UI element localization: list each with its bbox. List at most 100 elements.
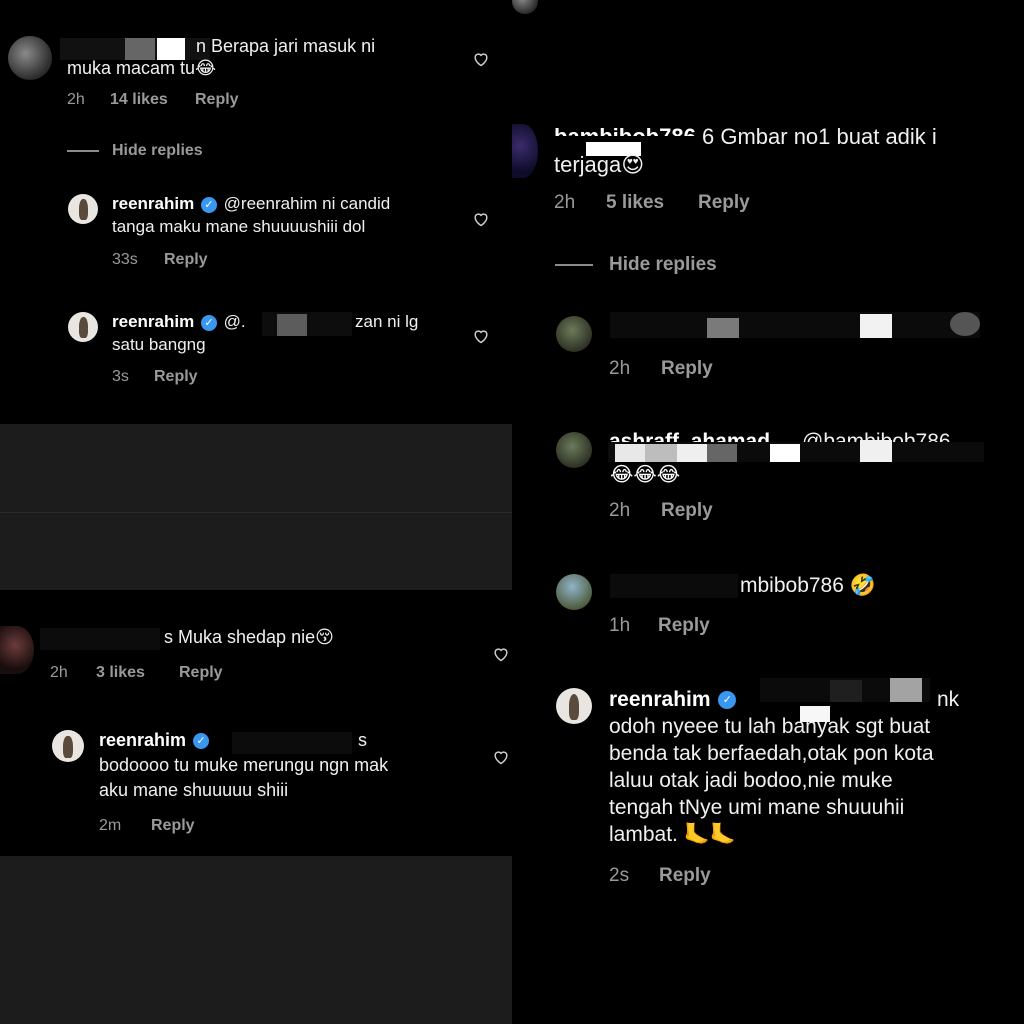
- redaction: [770, 444, 800, 462]
- reply-button[interactable]: Reply: [151, 817, 195, 835]
- timestamp: 33s: [112, 251, 138, 268]
- comment-text: @reenrahim ni candid: [223, 194, 391, 213]
- avatar[interactable]: [8, 36, 52, 80]
- redaction: [615, 444, 645, 462]
- comment-text: tengah tNye umi mane shuuuhii: [609, 796, 905, 819]
- hide-replies-button[interactable]: Hide replies: [112, 142, 203, 160]
- reply-button[interactable]: Reply: [195, 91, 239, 109]
- comment-text: s Muka shedap nie😚: [164, 627, 334, 647]
- redaction: [645, 444, 677, 462]
- redaction: [890, 678, 922, 702]
- comment-text: odoh nyeee tu lah banyak sgt buat: [609, 715, 931, 738]
- heart-icon[interactable]: [492, 646, 510, 667]
- comment-text: tanga maku mane shuuuushiii dol: [112, 217, 366, 236]
- comment-text: terjaga😍: [554, 152, 645, 177]
- reply-button[interactable]: Reply: [659, 865, 711, 887]
- avatar[interactable]: [68, 312, 98, 342]
- left-top-panel: n Berapa jari masuk ni muka macam tu😂 2h…: [0, 0, 512, 424]
- redaction: [860, 314, 892, 338]
- heart-icon[interactable]: [472, 51, 490, 72]
- avatar[interactable]: [0, 626, 34, 674]
- reply-header: reenrahim ✓ @.: [112, 312, 246, 332]
- likes-count[interactable]: 14 likes: [110, 91, 168, 109]
- avatar[interactable]: [556, 574, 592, 610]
- redaction: [262, 312, 352, 336]
- comment-text: @.: [223, 312, 246, 331]
- redaction: [860, 440, 892, 462]
- redaction: [40, 628, 160, 650]
- redaction: [830, 680, 862, 702]
- reply-header: reenrahim ✓ @reenrahim ni candid: [112, 194, 390, 214]
- verified-icon: ✓: [193, 733, 210, 750]
- gap-divider: [0, 512, 512, 513]
- likes-count[interactable]: 3 likes: [96, 664, 145, 682]
- heart-icon[interactable]: [492, 749, 510, 770]
- comment-text: s: [358, 730, 367, 750]
- hide-replies-button[interactable]: Hide replies: [609, 254, 717, 276]
- heart-icon[interactable]: [472, 328, 490, 349]
- username[interactable]: reenrahim: [112, 312, 194, 331]
- avatar[interactable]: [556, 316, 592, 352]
- redaction: [232, 732, 352, 754]
- username[interactable]: reenrahim: [99, 730, 186, 750]
- timestamp: 3s: [112, 368, 129, 385]
- comment-text: mbibob786 🤣: [740, 574, 876, 597]
- hide-replies-line: [555, 264, 593, 266]
- avatar[interactable]: [556, 688, 592, 724]
- username[interactable]: reenrahim: [609, 688, 711, 711]
- redaction: [277, 314, 307, 336]
- comment-text: satu bangng: [112, 335, 206, 354]
- comment-text: benda tak berfaedah,otak pon kota: [609, 742, 934, 765]
- comment-text: lambat. 🦶🦶: [609, 823, 736, 846]
- timestamp: 2s: [609, 865, 630, 886]
- redaction: [157, 38, 185, 60]
- reply-header: reenrahim ✓: [99, 730, 211, 751]
- verified-icon: ✓: [200, 196, 217, 213]
- comment-text: nk: [937, 688, 960, 711]
- left-bottom-panel: s Muka shedap nie😚 2h 3 likes Reply reen…: [0, 590, 512, 856]
- reply-button[interactable]: Reply: [179, 664, 223, 682]
- reply-button[interactable]: Reply: [658, 615, 710, 637]
- redaction: [125, 38, 155, 60]
- username[interactable]: reenrahim: [112, 194, 194, 213]
- timestamp: 2h: [609, 358, 631, 379]
- reply-button[interactable]: Reply: [661, 500, 713, 522]
- timestamp: 2m: [99, 817, 122, 834]
- avatar[interactable]: [52, 730, 84, 762]
- avatar[interactable]: [68, 194, 98, 224]
- reply-button[interactable]: Reply: [154, 368, 198, 386]
- timestamp: 2h: [50, 664, 68, 681]
- avatar[interactable]: [512, 124, 538, 178]
- reply-header: reenrahim ✓: [609, 688, 738, 712]
- timestamp: 2h: [67, 91, 85, 108]
- comment-text: aku mane shuuuuu shiii: [99, 780, 289, 800]
- avatar[interactable]: [512, 0, 538, 14]
- comment-text: bodoooo tu muke merungu ngn mak: [99, 755, 389, 775]
- comment-text: zan ni lg: [355, 312, 419, 331]
- reply-button[interactable]: Reply: [698, 192, 750, 214]
- hide-replies-line: [67, 150, 99, 152]
- comment-text: muka macam tu😂: [67, 58, 217, 78]
- redaction: [677, 444, 707, 462]
- comment-emojis: 😂😂😂: [610, 462, 681, 486]
- redaction: [950, 312, 980, 336]
- redaction: [610, 312, 980, 338]
- reply-button[interactable]: Reply: [661, 358, 713, 380]
- comment-text: laluu otak jadi bodoo,nie muke: [609, 769, 893, 792]
- gap-block: [0, 424, 512, 590]
- timestamp: 2h: [609, 500, 631, 521]
- likes-count[interactable]: 5 likes: [606, 192, 664, 214]
- heart-icon[interactable]: [472, 211, 490, 232]
- redaction: [707, 318, 739, 338]
- verified-icon: ✓: [200, 314, 217, 331]
- timestamp: 1h: [609, 615, 631, 636]
- redaction: [707, 444, 737, 462]
- gap-block: [0, 856, 512, 1024]
- comment-text: n Berapa jari masuk ni: [196, 36, 376, 56]
- comment-text: 6 Gmbar no1 buat adik i: [702, 124, 937, 149]
- right-panel: bambibob786 6 Gmbar no1 buat adik i terj…: [512, 0, 1024, 1024]
- reply-button[interactable]: Reply: [164, 251, 208, 269]
- redaction: [610, 574, 738, 598]
- verified-icon: ✓: [718, 691, 737, 710]
- avatar[interactable]: [556, 432, 592, 468]
